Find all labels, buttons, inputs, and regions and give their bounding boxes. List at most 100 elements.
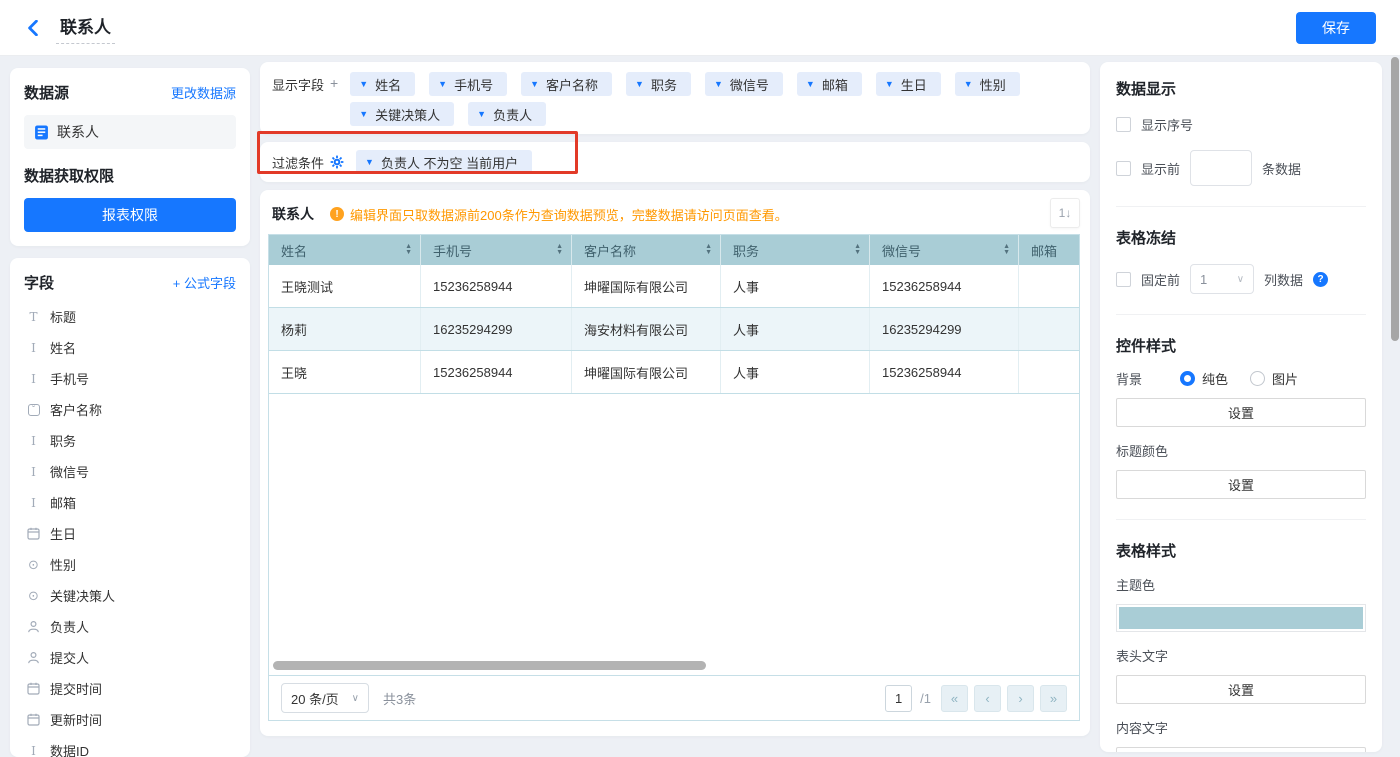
main-area: 显示字段 + ▼姓名 ▼手机号 ▼客户名称 ▼职务 ▼微信号 ▼邮箱 ▼生日 ▼… — [260, 62, 1090, 736]
content-text-set-button[interactable]: 设置 — [1116, 747, 1366, 752]
field-chip[interactable]: ▼关键决策人 — [350, 102, 454, 126]
bg-image-option[interactable]: 图片 — [1250, 369, 1298, 388]
column-header[interactable]: 微信号▲▼ — [870, 235, 1019, 265]
fields-heading: 字段 — [24, 272, 54, 293]
field-item-birthday[interactable]: 生日 — [24, 518, 236, 549]
chip-label: 关键决策人 — [375, 105, 440, 124]
add-formula-field-link[interactable]: + 公式字段 — [173, 273, 236, 292]
last-page-button[interactable]: » — [1040, 685, 1067, 712]
filter-condition-chip[interactable]: ▼ 负责人 不为空 当前用户 — [356, 150, 532, 174]
field-chip[interactable]: ▼邮箱 — [797, 72, 862, 96]
show-index-checkbox[interactable] — [1116, 117, 1131, 132]
data-display-heading: 数据显示 — [1116, 78, 1366, 99]
field-item-submit-time[interactable]: 提交时间 — [24, 673, 236, 704]
total-count: 共3条 — [383, 689, 416, 708]
table-cell: 人事 — [721, 308, 870, 350]
widget-style-heading: 控件样式 — [1116, 335, 1366, 356]
add-display-field-button[interactable]: + — [324, 70, 340, 91]
change-datasource-link[interactable]: 更改数据源 — [171, 83, 236, 102]
radio-icon: ⊙ — [26, 557, 41, 573]
table-style-heading: 表格样式 — [1116, 540, 1366, 561]
next-page-button[interactable]: › — [1007, 685, 1034, 712]
title-icon: T — [26, 310, 41, 324]
page-size-select[interactable]: 20 条/页 ∨ — [281, 683, 369, 713]
field-item-data-id[interactable]: I数据ID — [24, 735, 236, 757]
field-item-submitter[interactable]: 提交人 — [24, 642, 236, 673]
caret-down-icon: ▼ — [806, 79, 815, 89]
field-chip[interactable]: ▼性别 — [955, 72, 1020, 96]
field-item-decision-maker[interactable]: ⊙关键决策人 — [24, 580, 236, 611]
field-item-owner[interactable]: 负责人 — [24, 611, 236, 642]
sort-icon[interactable]: ▲▼ — [405, 244, 412, 256]
field-item-phone[interactable]: I手机号 — [24, 363, 236, 394]
freeze-count-select[interactable]: 1 ∨ — [1190, 264, 1254, 294]
field-chip[interactable]: ▼客户名称 — [521, 72, 612, 96]
freeze-checkbox[interactable] — [1116, 272, 1131, 287]
field-chip[interactable]: ▼生日 — [876, 72, 941, 96]
horizontal-scrollbar[interactable] — [273, 661, 706, 670]
bg-solid-option[interactable]: 纯色 — [1180, 369, 1228, 388]
header-text-set-button[interactable]: 设置 — [1116, 675, 1366, 704]
display-fields-panel: 显示字段 + ▼姓名 ▼手机号 ▼客户名称 ▼职务 ▼微信号 ▼邮箱 ▼生日 ▼… — [260, 62, 1090, 134]
sort-icon[interactable]: ▲▼ — [556, 244, 563, 256]
sort-order-button[interactable]: 1↓ — [1050, 198, 1080, 228]
content-text-label: 内容文字 — [1116, 718, 1366, 737]
sort-icon[interactable]: ▲▼ — [705, 244, 712, 256]
table-cell: 15236258944 — [870, 351, 1019, 393]
field-label: 职务 — [50, 431, 76, 450]
table-row[interactable]: 王晓测试 15236258944 坤曜国际有限公司 人事 15236258944 — [269, 265, 1079, 308]
table-row[interactable]: 王晓 15236258944 坤曜国际有限公司 人事 15236258944 — [269, 351, 1079, 394]
caret-down-icon: ▼ — [359, 79, 368, 89]
chip-label: 客户名称 — [546, 75, 598, 94]
field-label: 提交时间 — [50, 679, 102, 698]
column-header[interactable]: 邮箱 — [1019, 235, 1079, 265]
field-item-customer[interactable]: ˇ客户名称 — [24, 394, 236, 425]
column-header[interactable]: 手机号▲▼ — [421, 235, 572, 265]
prev-page-button[interactable]: ‹ — [974, 685, 1001, 712]
theme-color-picker[interactable] — [1116, 604, 1366, 632]
field-label: 生日 — [50, 524, 76, 543]
field-chip[interactable]: ▼负责人 — [468, 102, 546, 126]
person-icon — [26, 651, 41, 664]
show-first-checkbox[interactable] — [1116, 161, 1131, 176]
field-item-update-time[interactable]: 更新时间 — [24, 704, 236, 735]
field-item-wechat[interactable]: I微信号 — [24, 456, 236, 487]
radio-icon: ⊙ — [26, 588, 41, 604]
field-chip[interactable]: ▼姓名 — [350, 72, 415, 96]
table-row[interactable]: 杨莉 16235294299 海安材料有限公司 人事 16235294299 — [269, 308, 1079, 351]
gear-icon[interactable] — [330, 155, 344, 169]
sort-icon[interactable]: ▲▼ — [854, 244, 861, 256]
help-icon[interactable]: ? — [1313, 272, 1328, 287]
first-page-button[interactable]: « — [941, 685, 968, 712]
table-cell: 人事 — [721, 265, 870, 307]
field-chip[interactable]: ▼手机号 — [429, 72, 507, 96]
field-item-job[interactable]: I职务 — [24, 425, 236, 456]
back-icon[interactable] — [20, 15, 46, 41]
datasource-panel: 数据源 更改数据源 联系人 数据获取权限 报表权限 — [10, 68, 250, 246]
field-item-title[interactable]: T标题 — [24, 301, 236, 332]
table-cell: 杨莉 — [269, 308, 421, 350]
field-chip[interactable]: ▼职务 — [626, 72, 691, 96]
field-item-name[interactable]: I姓名 — [24, 332, 236, 363]
save-button[interactable]: 保存 — [1296, 12, 1376, 44]
field-item-email[interactable]: I邮箱 — [24, 487, 236, 518]
field-item-gender[interactable]: ⊙性别 — [24, 549, 236, 580]
table-cell: 15236258944 — [421, 265, 572, 307]
caret-down-icon: ▼ — [365, 157, 374, 167]
background-set-button[interactable]: 设置 — [1116, 398, 1366, 427]
sort-icon[interactable]: ▲▼ — [1003, 244, 1010, 256]
vertical-scrollbar[interactable] — [1391, 57, 1399, 341]
show-first-count-input[interactable] — [1190, 150, 1252, 186]
title-color-set-button[interactable]: 设置 — [1116, 470, 1366, 499]
theme-color-label: 主题色 — [1116, 575, 1366, 594]
column-header[interactable]: 姓名▲▼ — [269, 235, 421, 265]
datasource-item[interactable]: 联系人 — [24, 115, 236, 149]
page-number-input[interactable] — [885, 685, 912, 712]
report-permission-button[interactable]: 报表权限 — [24, 198, 236, 232]
column-header[interactable]: 客户名称▲▼ — [572, 235, 721, 265]
field-chip[interactable]: ▼微信号 — [705, 72, 783, 96]
filter-label: 过滤条件 — [272, 153, 324, 172]
column-header[interactable]: 职务▲▼ — [721, 235, 870, 265]
datasource-heading: 数据源 — [24, 82, 69, 103]
field-list: T标题 I姓名 I手机号 ˇ客户名称 I职务 I微信号 I邮箱 生日 ⊙性别 ⊙… — [24, 301, 236, 757]
